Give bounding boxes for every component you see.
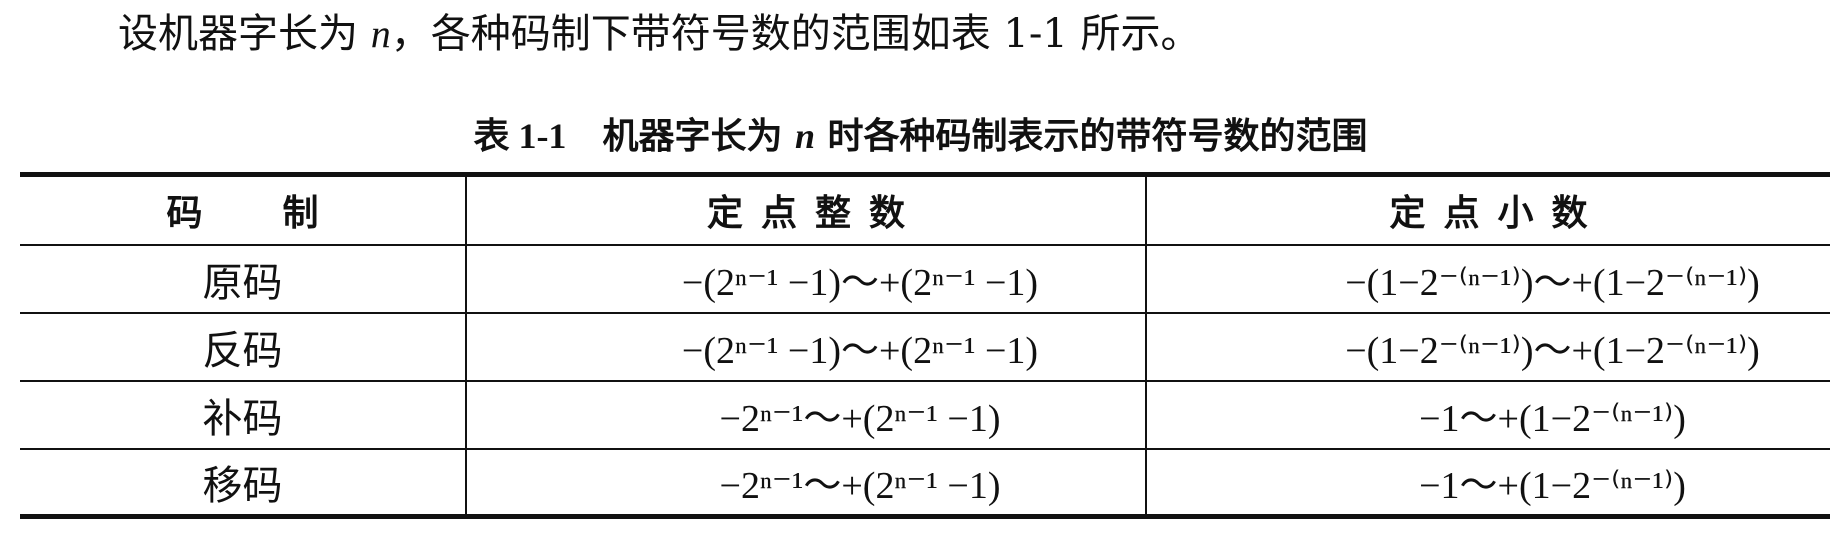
intro-text-before: 设机器字长为 (118, 11, 371, 57)
integer-range-cell: −(2ⁿ⁻¹ −1)～+(2ⁿ⁻¹ −1) (465, 312, 1147, 382)
integer-range-cell: −2ⁿ⁻¹～+(2ⁿ⁻¹ −1) (465, 448, 1147, 519)
integer-range-text: −2ⁿ⁻¹～+(2ⁿ⁻¹ −1) (719, 398, 1001, 440)
integer-range-text: −(2ⁿ⁻¹ −1)～+(2ⁿ⁻¹ −1) (681, 330, 1039, 372)
header-fraction: 定点小数 (1145, 172, 1830, 246)
fraction-range-text: −1～+(1−2⁻⁽ⁿ⁻¹⁾) (1419, 398, 1686, 440)
table-header: 码制 定点整数 定点小数 (20, 172, 1830, 246)
fraction-range-text: −1～+(1−2⁻⁽ⁿ⁻¹⁾) (1419, 465, 1686, 508)
code-name-cell: 反码 (20, 312, 467, 382)
table-number: 表 1-1 (473, 116, 567, 156)
intro-text-after: ，各种码制下带符号数的范围如表 1-1 所示。 (390, 11, 1201, 57)
caption-text-before: 机器字长为 (602, 115, 795, 157)
integer-range-cell: −(2ⁿ⁻¹ −1)～+(2ⁿ⁻¹ −1) (465, 244, 1147, 314)
table-row: 移码 −2ⁿ⁻¹～+(2ⁿ⁻¹ −1) −1～+(1−2⁻⁽ⁿ⁻¹⁾) (20, 448, 1830, 519)
range-table: 码制 定点整数 定点小数 原码 −(2ⁿ⁻¹ −1)～+(2ⁿ⁻¹ −1) −(… (20, 172, 1830, 519)
fraction-range-cell: −(1−2⁻⁽ⁿ⁻¹⁾)～+(1−2⁻⁽ⁿ⁻¹⁾) (1145, 244, 1830, 314)
table-row: 原码 −(2ⁿ⁻¹ −1)～+(2ⁿ⁻¹ −1) −(1−2⁻⁽ⁿ⁻¹⁾)～+(… (20, 244, 1830, 314)
integer-range-text: −(2ⁿ⁻¹ −1)～+(2ⁿ⁻¹ −1) (681, 262, 1039, 304)
table-caption: 表 1-1 机器字长为 n 时各种码制表示的带符号数的范围 (0, 108, 1841, 164)
table-row: 补码 −2ⁿ⁻¹～+(2ⁿ⁻¹ −1) −1～+(1−2⁻⁽ⁿ⁻¹⁾) (20, 380, 1830, 450)
intro-variable: n (370, 11, 391, 56)
fraction-range-text: −(1−2⁻⁽ⁿ⁻¹⁾)～+(1−2⁻⁽ⁿ⁻¹⁾) (1345, 330, 1760, 372)
fraction-range-cell: −(1−2⁻⁽ⁿ⁻¹⁾)～+(1−2⁻⁽ⁿ⁻¹⁾) (1145, 312, 1830, 382)
integer-range-text: −2ⁿ⁻¹～+(2ⁿ⁻¹ −1) (719, 465, 1001, 508)
code-name-cell: 补码 (20, 380, 467, 450)
table-body: 原码 −(2ⁿ⁻¹ −1)～+(2ⁿ⁻¹ −1) −(1−2⁻⁽ⁿ⁻¹⁾)～+(… (20, 244, 1830, 519)
header-row: 码制 定点整数 定点小数 (20, 172, 1830, 246)
caption-text-after: 时各种码制表示的带符号数的范围 (815, 115, 1368, 157)
intro-paragraph: 设机器字长为 n，各种码制下带符号数的范围如表 1-1 所示。 (118, 6, 1201, 62)
code-name-cell: 移码 (20, 448, 467, 519)
integer-range-cell: −2ⁿ⁻¹～+(2ⁿ⁻¹ −1) (465, 380, 1147, 450)
code-name-cell: 原码 (20, 244, 467, 314)
header-integer: 定点整数 (465, 172, 1147, 246)
table-row: 反码 −(2ⁿ⁻¹ −1)～+(2ⁿ⁻¹ −1) −(1−2⁻⁽ⁿ⁻¹⁾)～+(… (20, 312, 1830, 382)
fraction-range-cell: −1～+(1−2⁻⁽ⁿ⁻¹⁾) (1145, 448, 1830, 519)
fraction-range-cell: −1～+(1−2⁻⁽ⁿ⁻¹⁾) (1145, 380, 1830, 450)
header-code: 码制 (20, 172, 467, 246)
caption-variable: n (794, 116, 816, 156)
fraction-range-text: −(1−2⁻⁽ⁿ⁻¹⁾)～+(1−2⁻⁽ⁿ⁻¹⁾) (1345, 262, 1760, 304)
